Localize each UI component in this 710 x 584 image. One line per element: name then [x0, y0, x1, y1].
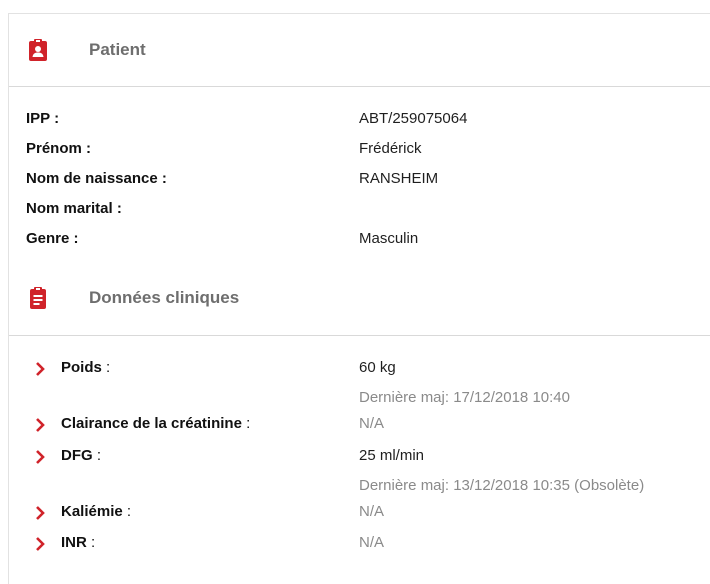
- divider: [9, 335, 710, 336]
- clinical-item-value: 25 ml/min: [359, 447, 425, 464]
- chevron-right-icon[interactable]: [33, 449, 47, 465]
- chevron-right-icon[interactable]: [33, 361, 47, 377]
- clinical-item-label: Kaliémie :: [61, 503, 132, 520]
- clinical-section-title: Données cliniques: [89, 288, 240, 307]
- field-label: IPP :: [26, 110, 60, 127]
- divider: [9, 86, 710, 87]
- patient-section-header: Patient: [9, 38, 710, 62]
- patient-section-title: Patient: [89, 40, 146, 59]
- clinical-section-header: Données cliniques: [9, 286, 710, 310]
- chevron-right-icon[interactable]: [33, 536, 47, 552]
- last-update-text: Dernière maj: 13/12/2018 10:35 (Obsolète…: [359, 477, 645, 494]
- patient-panel: Patient IPP : ABT/259075064 Prénom : Fré…: [8, 13, 710, 584]
- chevron-right-icon[interactable]: [33, 417, 47, 433]
- field-label: Nom de naissance :: [26, 170, 167, 187]
- obsolete-flag: (Obsolète): [574, 477, 645, 494]
- field-value: RANSHEIM: [359, 170, 439, 187]
- clinical-item-value: N/A: [359, 415, 385, 432]
- clinical-item-value: 60 kg: [359, 359, 396, 376]
- id-badge-icon: [29, 39, 47, 61]
- field-ipp: IPP : ABT/259075064: [9, 110, 710, 132]
- field-nom-marital: Nom marital :: [9, 200, 710, 222]
- clinical-item-label: INR :: [61, 534, 96, 551]
- field-label: Genre :: [26, 230, 79, 247]
- clinical-item-value: N/A: [359, 534, 385, 551]
- clipboard-icon: [30, 287, 46, 309]
- clinical-item-label: DFG :: [61, 447, 102, 464]
- field-label: Nom marital :: [26, 200, 122, 217]
- field-nom-naissance: Nom de naissance : RANSHEIM: [9, 170, 710, 192]
- last-update-text: Dernière maj: 17/12/2018 10:40: [359, 389, 570, 406]
- field-prenom: Prénom : Frédérick: [9, 140, 710, 162]
- clinical-item-value: N/A: [359, 503, 385, 520]
- field-value: Masculin: [359, 230, 419, 247]
- field-label: Prénom :: [26, 140, 92, 157]
- field-value: ABT/259075064: [359, 110, 468, 127]
- field-genre: Genre : Masculin: [9, 230, 710, 252]
- clinical-item-label: Poids :: [61, 359, 111, 376]
- field-value: Frédérick: [359, 140, 422, 157]
- chevron-right-icon[interactable]: [33, 505, 47, 521]
- clinical-item-label: Clairance de la créatinine :: [61, 415, 251, 432]
